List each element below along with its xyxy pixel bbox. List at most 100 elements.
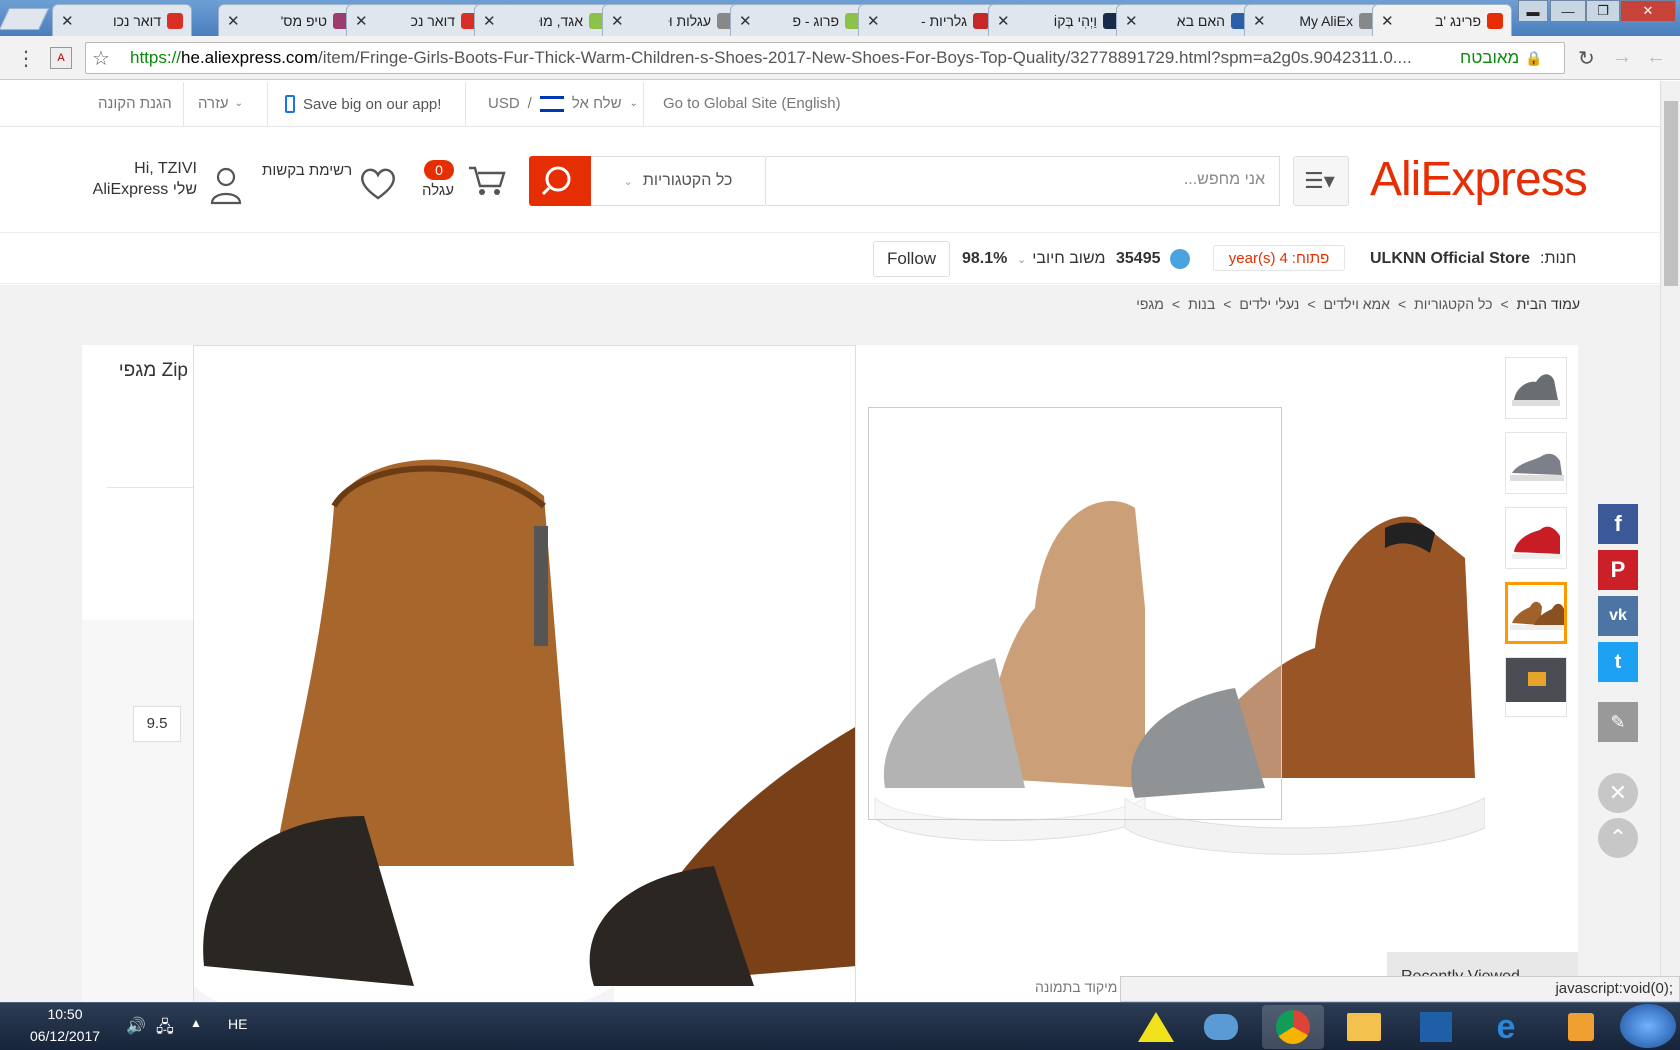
search-button[interactable]	[529, 156, 591, 206]
tab-close-icon[interactable]: ✕	[355, 12, 368, 30]
category-select[interactable]: ⌄ כל הקטגוריות	[590, 156, 765, 206]
tab-close-icon[interactable]: ✕	[483, 12, 496, 30]
forward-icon[interactable]: →	[1612, 46, 1632, 69]
tab-11[interactable]: דואר נכו ✕	[52, 4, 192, 36]
maximize-button[interactable]: ❐	[1586, 0, 1620, 22]
close-window-button[interactable]: ✕	[1620, 0, 1676, 22]
thumbnail-3[interactable]	[1505, 507, 1567, 569]
tab-close-icon[interactable]: ✕	[1253, 12, 1266, 30]
divider	[267, 82, 268, 126]
cart-button[interactable]	[465, 158, 507, 200]
clock-date[interactable]: 06/12/2017	[20, 1028, 110, 1044]
store-open-label: פתוח:	[1291, 249, 1330, 267]
tab-6[interactable]: פרוג - פ ✕	[730, 4, 870, 36]
help-menu[interactable]: עזרה ⌄	[198, 95, 243, 112]
buyer-protection-link[interactable]: הגנת הקונה	[98, 95, 172, 112]
taskbar-app-icon[interactable]	[1405, 1005, 1467, 1049]
pdf-extension-icon[interactable]: A	[50, 47, 72, 69]
tab-7[interactable]: עגלות וּ ✕	[602, 4, 742, 36]
pinterest-icon[interactable]: P	[1598, 550, 1638, 590]
global-site-link[interactable]: Go to Global Site (English)	[663, 95, 841, 112]
tab-3[interactable]: האם בא ✕	[1116, 4, 1256, 36]
profile-icon[interactable]: ▬	[1518, 0, 1548, 22]
tab-close-icon[interactable]: ✕	[1125, 12, 1138, 30]
product-title: Zip מגפי	[118, 360, 188, 381]
breadcrumb-item[interactable]: עמוד הבית	[1517, 296, 1580, 312]
store-label: חנות:	[1540, 250, 1577, 267]
security-indicator[interactable]: מאובטח 🔒	[1460, 48, 1543, 68]
zoom-lens-overlay[interactable]	[868, 407, 1282, 820]
tab-4[interactable]: וַיְהִי בְּקוֹ ✕	[988, 4, 1128, 36]
search-placeholder: אני מחפש...	[1183, 171, 1265, 188]
start-button[interactable]	[1620, 1004, 1676, 1048]
tab-close-icon[interactable]: ✕	[611, 12, 624, 30]
thumbnail-1[interactable]	[1505, 357, 1567, 419]
aliexpress-logo[interactable]: AliExpress	[1370, 152, 1588, 207]
thumbnail-2[interactable]	[1505, 432, 1567, 494]
wishlist-label[interactable]: רשימת בקשות	[262, 162, 352, 179]
app-promo-link[interactable]: Save big on our app!	[285, 95, 441, 113]
minimize-button[interactable]: —	[1550, 0, 1586, 22]
tab-8[interactable]: אגד, מוּ ✕	[474, 4, 614, 36]
follow-button[interactable]: Follow	[873, 241, 950, 277]
page-scrollbar[interactable]	[1660, 81, 1680, 1002]
breadcrumb-item[interactable]: אמא וילדים	[1324, 296, 1390, 312]
size-option-button[interactable]: 9.5	[133, 706, 181, 742]
tab-close-icon[interactable]: ✕	[227, 12, 240, 30]
breadcrumb-item[interactable]: נעלי ילדים	[1239, 296, 1299, 312]
twitter-icon[interactable]: t	[1598, 642, 1638, 682]
breadcrumb-item[interactable]: כל הקטגוריות	[1414, 296, 1492, 312]
divider	[465, 82, 466, 126]
vk-icon[interactable]: vk	[1598, 596, 1638, 636]
tab-close-icon[interactable]: ✕	[739, 12, 752, 30]
language-indicator[interactable]: HE	[228, 1016, 247, 1032]
reload-icon[interactable]: ↻	[1578, 46, 1595, 71]
my-account-link[interactable]: AliExpress שלי	[80, 181, 197, 199]
phone-icon	[285, 95, 295, 113]
tab-title: אגד, מוּ	[539, 12, 583, 29]
user-icon	[210, 167, 242, 205]
store-open-years: 4	[1279, 249, 1288, 267]
network-icon[interactable]: 🖧	[156, 1016, 174, 1043]
wishlist-button[interactable]	[357, 163, 399, 203]
cart-label[interactable]: עגלה	[422, 182, 454, 199]
taskbar-triangle-icon[interactable]	[1125, 1005, 1187, 1049]
edit-pencil-icon[interactable]: ✎	[1598, 702, 1638, 742]
facebook-icon[interactable]: f	[1598, 504, 1638, 544]
taskbar-media-icon[interactable]	[1550, 1005, 1612, 1049]
ship-to-selector[interactable]: USD / שלח אל ⌄	[488, 95, 638, 112]
taskbar-chrome-icon[interactable]	[1262, 1005, 1324, 1049]
secure-label: מאובטח	[1460, 48, 1520, 67]
account-button[interactable]	[208, 165, 244, 205]
categories-menu-button[interactable]: ☰▾	[1293, 156, 1349, 206]
back-icon[interactable]: ←	[1646, 46, 1666, 69]
close-icon[interactable]: ✕	[1598, 773, 1638, 813]
volume-icon[interactable]: 🔊	[126, 1016, 146, 1036]
breadcrumb-item[interactable]: בנות	[1188, 296, 1215, 312]
show-hidden-icons[interactable]: ▲	[190, 1016, 202, 1030]
store-open-unit: year(s)	[1228, 249, 1276, 267]
tab-10[interactable]: טיפ מס' ✕	[218, 4, 358, 36]
bookmark-star-icon[interactable]: ☆	[92, 46, 110, 71]
clock-time[interactable]: 10:50	[20, 1006, 110, 1022]
tab-close-icon[interactable]: ✕	[61, 12, 74, 30]
back-to-top-icon[interactable]: ⌃	[1598, 818, 1638, 858]
taskbar-ie-icon[interactable]: e	[1475, 1005, 1537, 1049]
tab-close-icon[interactable]: ✕	[1381, 12, 1394, 30]
feedback-dropdown[interactable]: משוב חיובי ⌄	[1017, 250, 1105, 268]
store-name-link[interactable]: ULKNN Official Store	[1370, 250, 1530, 268]
lock-icon: 🔒	[1525, 49, 1543, 66]
thumbnail-4-selected[interactable]	[1505, 582, 1567, 644]
tab-close-icon[interactable]: ✕	[997, 12, 1010, 30]
tab-9[interactable]: דואר נכ ✕	[346, 4, 486, 36]
tab-close-icon[interactable]: ✕	[867, 12, 880, 30]
menu-dots-icon[interactable]: ⋮	[16, 46, 36, 71]
taskbar-folder-icon[interactable]	[1333, 1005, 1395, 1049]
store-age-badge: פתוח: 4 year(s)	[1213, 245, 1345, 271]
scrollbar-thumb[interactable]	[1664, 101, 1678, 286]
tab-5[interactable]: גלריות - ✕	[858, 4, 998, 36]
taskbar-users-icon[interactable]	[1190, 1005, 1252, 1049]
thumbnail-5-video[interactable]	[1505, 657, 1567, 717]
tab-1[interactable]: פרינג 'ב ✕	[1372, 4, 1512, 36]
tab-2[interactable]: My AliEx ✕	[1244, 4, 1384, 36]
